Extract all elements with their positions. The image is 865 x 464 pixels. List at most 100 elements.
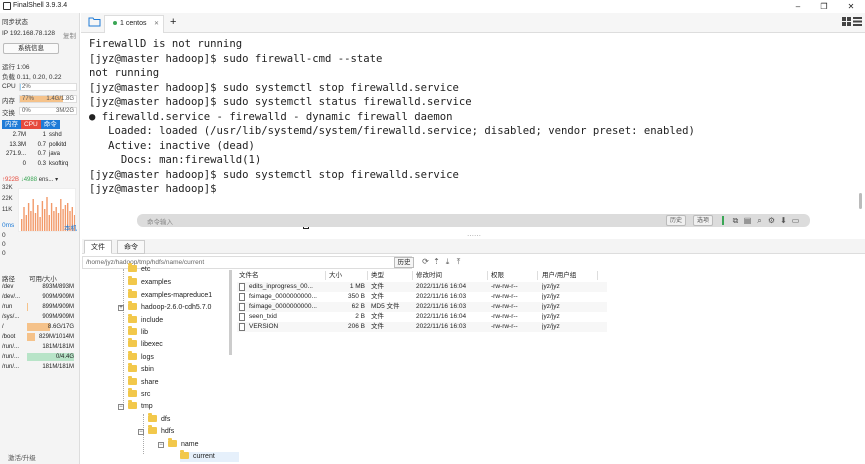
column-divider[interactable] xyxy=(325,271,326,280)
disk-row[interactable]: /run/... 0/4.4G xyxy=(2,353,78,361)
col-name[interactable]: 文件名 xyxy=(239,271,259,281)
proc-tab-mem[interactable]: 内存 xyxy=(2,120,21,129)
window-icon[interactable]: ▭ xyxy=(791,216,800,225)
grid-view-icon[interactable] xyxy=(842,17,851,26)
tree-node[interactable]: src xyxy=(128,388,150,400)
disk-row[interactable]: /sys/... 909M/909M xyxy=(2,313,78,321)
file-row[interactable]: fsimage_0000000000... 350 B 文件 2022/11/16 1… xyxy=(237,292,607,302)
close-icon[interactable]: ✕ xyxy=(843,1,859,12)
file-row[interactable]: edits_inprogress_00... 1 MB 文件 2022/11/16 1… xyxy=(237,282,607,292)
col-owner[interactable]: 用户/用户组 xyxy=(542,271,576,281)
file-row[interactable]: VERSION 206 B 文件 2022/11/16 16:03 -rw-rw-r--… xyxy=(237,322,607,332)
folder-icon[interactable] xyxy=(88,16,101,27)
file-row[interactable]: seen_txid 2 B 文件 2022/11/16 16:04 -rw-rw-r--… xyxy=(237,312,607,322)
tree-scrollbar[interactable] xyxy=(229,270,232,355)
process-row[interactable]: 13.3M 0.7 polkitd xyxy=(2,141,78,149)
tab-commands[interactable]: 命令 xyxy=(117,240,145,254)
list-view-icon[interactable] xyxy=(853,17,862,26)
net-tick: 32K xyxy=(2,185,13,191)
tree-node[interactable]: hdfs xyxy=(148,425,174,437)
disk-usage-bar xyxy=(27,333,36,341)
disk-row[interactable]: /dev/... 909M/909M xyxy=(2,293,78,301)
activate-upgrade-link[interactable]: 激活/升级 xyxy=(8,452,36,462)
paste-icon[interactable]: ▤ xyxy=(743,216,752,225)
tree-node[interactable]: lib xyxy=(128,326,148,338)
tree-node[interactable]: dfs xyxy=(148,412,170,425)
tree-node[interactable]: etc xyxy=(128,263,150,275)
column-divider[interactable] xyxy=(597,271,598,280)
net-interface[interactable]: ens... xyxy=(39,177,54,183)
system-info-button[interactable]: 系统信息 xyxy=(3,43,59,54)
minimize-icon[interactable]: – xyxy=(790,1,806,12)
disk-row[interactable]: / 8.6G/17G xyxy=(2,323,78,331)
disk-row[interactable]: /boot 829M/1014M xyxy=(2,333,78,341)
download-icon[interactable]: ⤓ xyxy=(443,257,452,267)
process-row[interactable]: 0 0.3 ksoftirq xyxy=(2,160,78,168)
col-size[interactable]: 大小 xyxy=(329,271,342,281)
history-button[interactable]: 历史 xyxy=(666,215,687,226)
terminal-scrollbar[interactable] xyxy=(859,193,862,209)
tree-node[interactable]: logs xyxy=(128,350,154,363)
tab-files[interactable]: 文件 xyxy=(84,240,112,254)
proc-tab-cmd[interactable]: 命令 xyxy=(40,120,60,129)
tree-node[interactable]: current xyxy=(180,450,239,462)
process-row[interactable]: 2.7M 1 sshd xyxy=(2,131,78,139)
file-icon xyxy=(239,303,245,311)
collapse-icon[interactable]: − xyxy=(118,404,124,411)
parent-folder-icon[interactable]: ⇡ xyxy=(432,257,441,267)
sync-status[interactable]: 同步状态 xyxy=(2,16,28,26)
tree-node[interactable]: name xyxy=(168,437,199,450)
proc-tab-cpu[interactable]: CPU xyxy=(21,120,41,129)
net-tick: 22K xyxy=(2,196,13,202)
expand-icon[interactable]: + xyxy=(118,305,124,312)
collapse-icon[interactable]: − xyxy=(138,429,144,436)
latency-host[interactable]: 本机 xyxy=(64,222,77,232)
tree-node[interactable]: sbin xyxy=(128,363,154,375)
tree-node[interactable]: examples xyxy=(128,276,171,288)
tree-node[interactable]: hadoop-2.6.0-cdh5.7.0 xyxy=(128,301,211,313)
col-mtime[interactable]: 修改时间 xyxy=(416,271,442,281)
directory-tree[interactable]: etc examples examples-mapreduce1 + hadoop-2.… xyxy=(82,263,239,464)
net-tick: 11K xyxy=(2,207,13,213)
tree-node[interactable]: share xyxy=(128,375,159,388)
collapse-icon[interactable]: − xyxy=(158,441,164,448)
disk-row[interactable]: /run/... 181M/181M xyxy=(2,343,78,351)
disk-row[interactable]: /run 899M/909M xyxy=(2,303,78,311)
options-button[interactable]: 选项 xyxy=(693,215,714,226)
tab-centos[interactable]: 1 centos ✕ xyxy=(104,15,164,33)
copy-ip-button[interactable]: 复制 xyxy=(63,30,76,40)
tree-node[interactable]: include xyxy=(128,313,163,326)
chevron-down-icon[interactable]: ▾ xyxy=(55,177,58,183)
file-row[interactable]: fsimage_0000000000... 62 B MD5 文件 2022/11/1… xyxy=(237,302,607,312)
column-divider[interactable] xyxy=(367,271,368,280)
disk-row[interactable]: /run/... 181M/181M xyxy=(2,363,78,371)
process-mem: 271.9... xyxy=(5,151,26,157)
process-row[interactable]: 271.9... 0.7 java xyxy=(2,150,78,158)
tree-node[interactable]: tmp xyxy=(128,400,153,412)
folder-icon xyxy=(180,450,189,459)
add-tab-button[interactable]: + xyxy=(170,15,176,29)
tree-node[interactable]: examples-mapreduce1 xyxy=(128,288,212,301)
command-input[interactable]: 命令输入 xyxy=(147,216,173,226)
refresh-icon[interactable]: ⟳ xyxy=(421,257,430,267)
column-divider[interactable] xyxy=(487,271,488,280)
path-history-button[interactable]: 历史 xyxy=(394,257,414,268)
gear-icon[interactable]: ⚙ xyxy=(767,216,776,225)
folder-icon xyxy=(128,375,137,385)
terminal[interactable]: FirewallD is not running [jyz@master hado… xyxy=(82,33,858,233)
column-divider[interactable] xyxy=(412,271,413,280)
disk-usage: 899M/909M xyxy=(27,303,74,311)
maximize-icon[interactable]: ❐ xyxy=(816,1,832,12)
disk-row[interactable]: /dev 893M/893M xyxy=(2,283,78,291)
col-type[interactable]: 类型 xyxy=(371,271,384,281)
col-permissions[interactable]: 权限 xyxy=(491,271,504,281)
column-divider[interactable] xyxy=(537,271,538,280)
upload-icon[interactable]: ⤒ xyxy=(454,257,463,267)
tree-node[interactable]: libexec xyxy=(128,338,163,350)
download-icon[interactable]: ⬇ xyxy=(779,216,788,225)
search-icon[interactable]: ⌕ xyxy=(755,216,764,225)
file-name: fsimage_0000000000... xyxy=(249,293,317,300)
close-tab-icon[interactable]: ✕ xyxy=(154,16,159,32)
cpu-label: CPU xyxy=(2,83,16,90)
copy-icon[interactable]: ⧉ xyxy=(731,216,740,225)
